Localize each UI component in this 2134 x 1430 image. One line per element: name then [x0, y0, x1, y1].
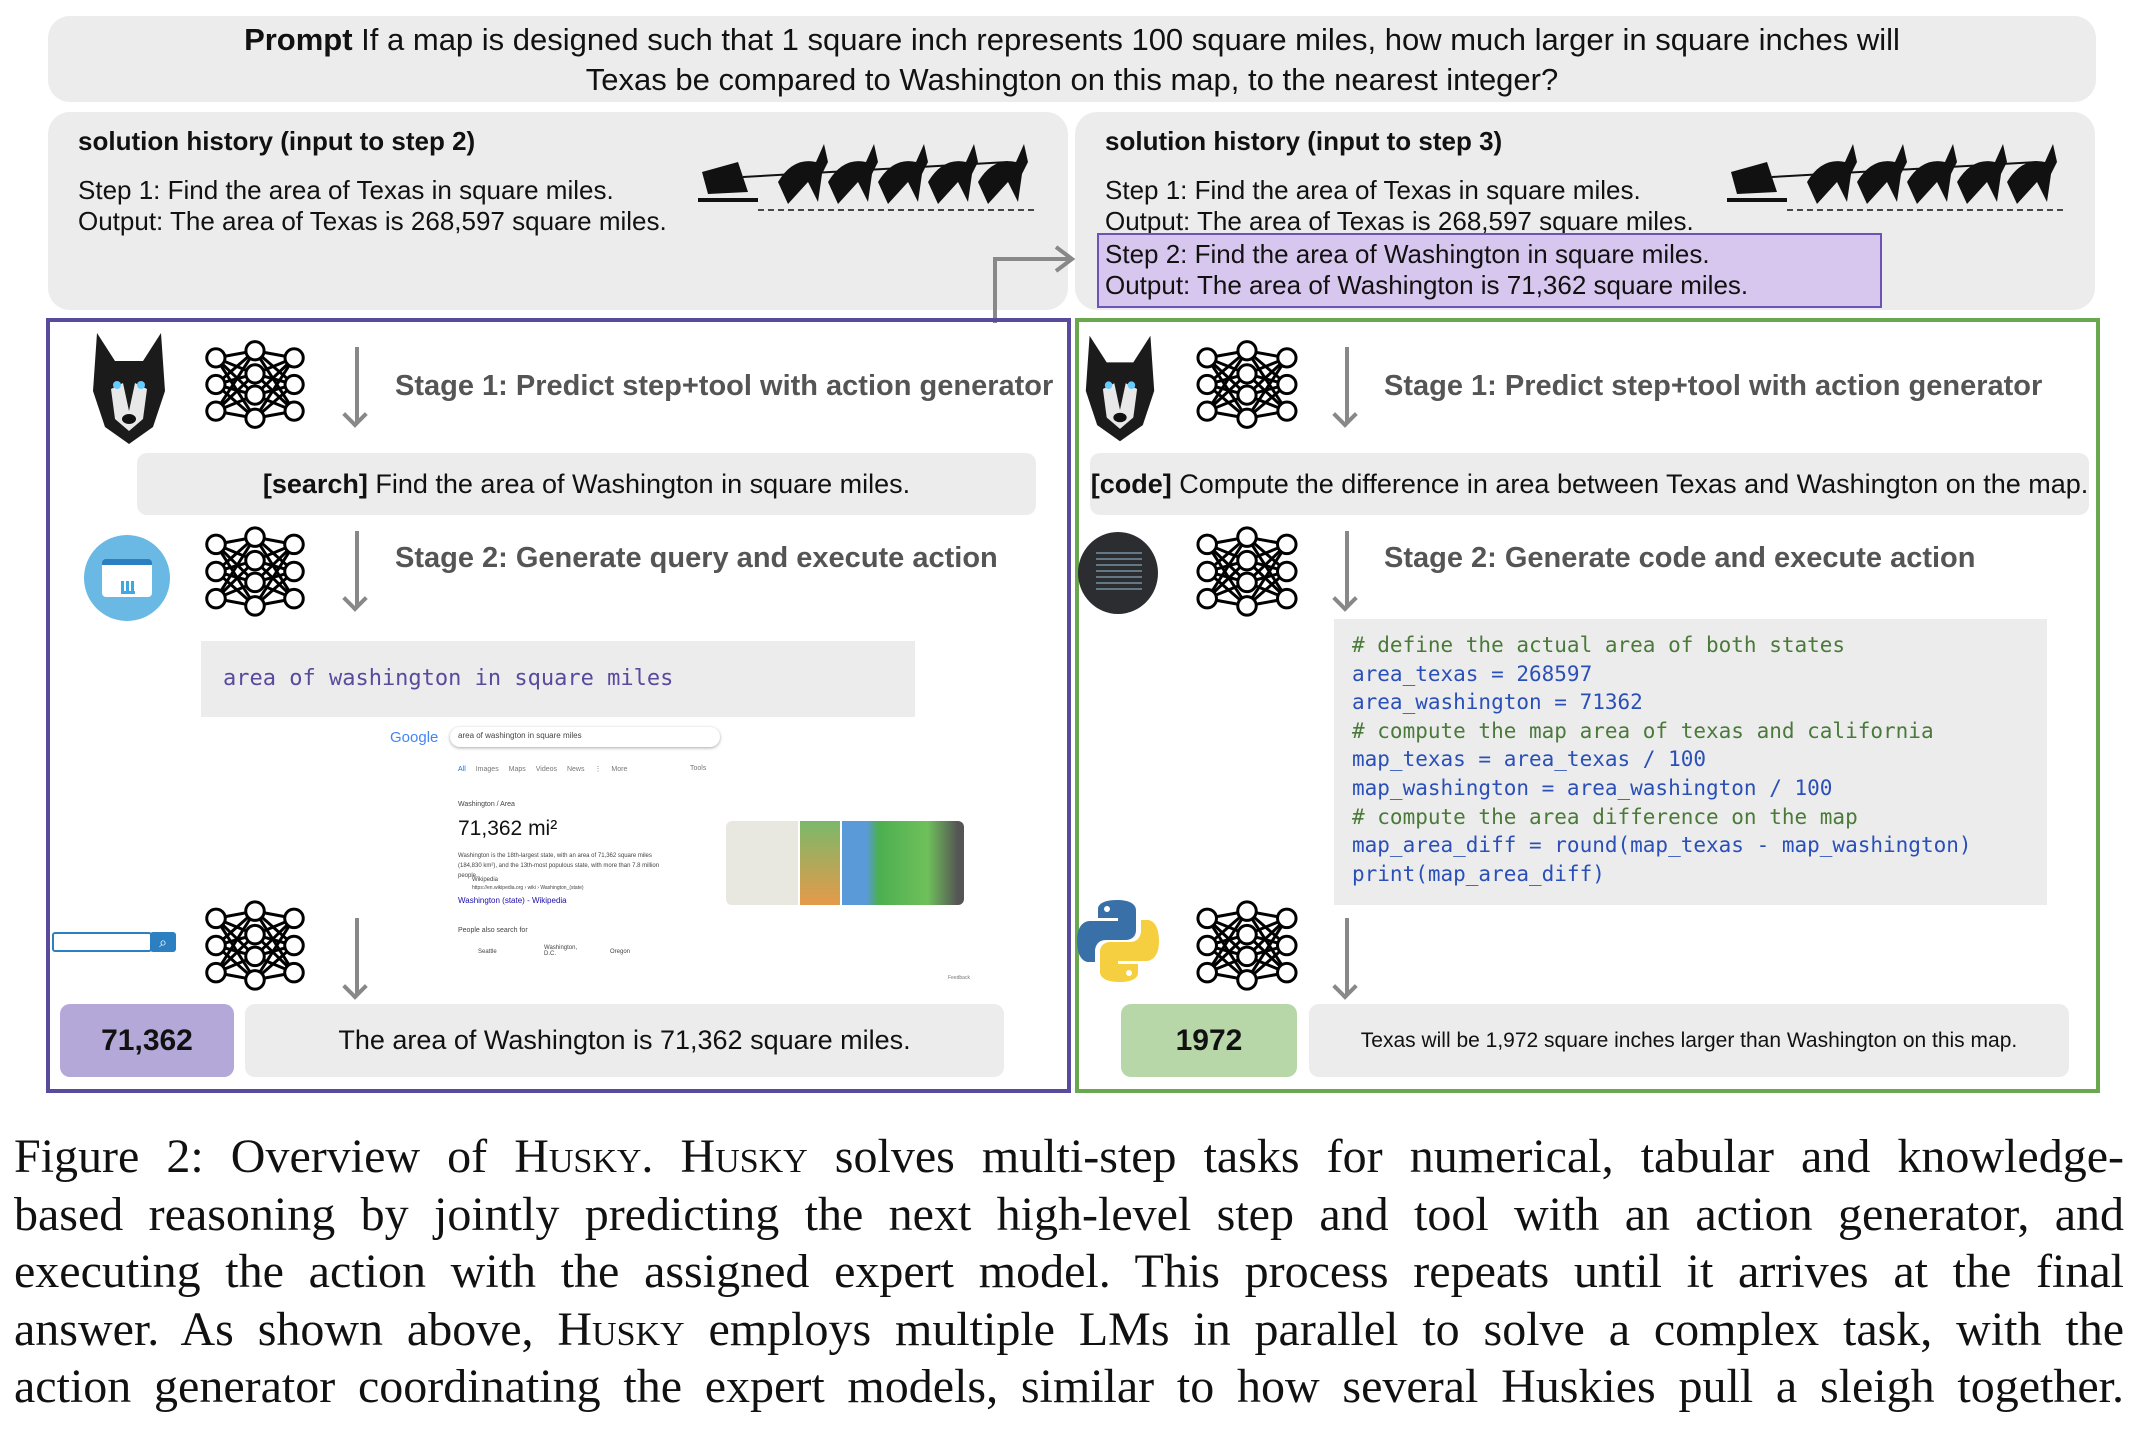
neural-network-icon — [197, 517, 313, 626]
stage1-label: Stage 1: Predict step+tool with action g… — [1384, 370, 2043, 402]
caption-text: solves multi-step tasks for numerical, t… — [807, 1130, 2124, 1183]
tab: ⋮ More — [594, 766, 628, 773]
down-arrow-icon — [355, 918, 359, 994]
google-search-field: area of washington in square miles — [450, 727, 720, 747]
neural-network-icon — [1188, 331, 1306, 438]
prompt-text-1: If a map is designed such that 1 square … — [352, 22, 1900, 57]
husky-icon — [88, 331, 170, 446]
code-line: print(map_area_diff) — [1352, 861, 1605, 886]
prompt-label: Prompt — [244, 22, 353, 57]
code-icon — [1078, 532, 1158, 614]
final-answer: 1972 — [1121, 1004, 1297, 1077]
husky-name: Husky — [680, 1130, 808, 1183]
neural-network-icon — [1188, 891, 1306, 1000]
code-comment: # compute the area difference on the map — [1352, 804, 1858, 829]
tab: Images — [475, 766, 499, 773]
predicted-step: [search] Find the area of Washington in … — [137, 453, 1036, 515]
step-output: The area of Washington is 71,362 square … — [245, 1004, 1004, 1077]
caption-text: action generator coordinating the expert… — [14, 1360, 2124, 1413]
step-text: Find the area of Washington in square mi… — [367, 469, 911, 499]
step-output: Texas will be 1,972 square inches larger… — [1309, 1004, 2069, 1077]
tab: Maps — [508, 766, 526, 773]
caption-line: action generator coordinating the expert… — [14, 1358, 2124, 1416]
history-line: Output: The area of Washington is 71,362… — [1105, 270, 1749, 300]
tool-tag: [code] — [1090, 469, 1172, 499]
predicted-step: [code] Compute the difference in area be… — [1090, 453, 2089, 515]
down-arrow-icon — [1345, 918, 1349, 994]
code-line: map_washington = area_washington / 100 — [1352, 775, 1833, 800]
code-line: area_washington = 71362 — [1352, 690, 1643, 715]
google-source: Wikipedia — [472, 877, 499, 883]
tab: All — [458, 766, 466, 773]
step-text: Compute the difference in area between T… — [1171, 469, 2089, 499]
caption-text: based reasoning by jointly predicting th… — [14, 1187, 2124, 1241]
prompt-box: Prompt If a map is designed such that 1 … — [48, 16, 2096, 102]
browser-icon — [84, 535, 170, 621]
caption-text: employs multiple LMs in parallel to solv… — [684, 1302, 2124, 1356]
google-url: https://en.wikipedia.org › wiki › Washin… — [472, 885, 584, 891]
caption-line: based reasoning by jointly predicting th… — [14, 1186, 2124, 1244]
caption-line: Figure 2: Overview of Husky. Husky solve… — [14, 1128, 2124, 1186]
husky-name: Husky — [514, 1130, 642, 1183]
history-flow-arrow — [993, 245, 1076, 323]
google-tabs: All Images Maps Videos News ⋮ More — [458, 765, 627, 773]
husky-name: Husky — [557, 1302, 685, 1356]
caption-text: executing the action with the assigned e… — [14, 1245, 2124, 1298]
down-arrow-icon — [1345, 531, 1349, 606]
people-also-search: People also search for — [458, 927, 528, 934]
prompt-text-2: Texas be compared to Washington on this … — [585, 62, 1559, 97]
code-comment: # define the actual area of both states — [1352, 633, 1846, 657]
python-icon — [1077, 900, 1159, 982]
down-arrow-icon — [1345, 347, 1349, 422]
stage2-label: Stage 2: Generate query and execute acti… — [395, 542, 998, 574]
step-answer: 71,362 — [60, 1004, 234, 1077]
caption-line: answer. As shown above, Husky employs mu… — [14, 1301, 2124, 1359]
neural-network-icon — [197, 891, 313, 1000]
google-tools: Tools — [690, 765, 707, 772]
search-result-screenshot: Google area of washington in square mile… — [388, 721, 980, 987]
related-search[interactable]: Seattle — [478, 949, 497, 955]
google-breadcrumb: Washington / Area — [458, 801, 515, 808]
code-comment: # compute the map area of texas and cali… — [1352, 718, 1934, 743]
tool-tag: [search] — [262, 469, 368, 499]
down-arrow-icon — [355, 347, 359, 422]
google-link[interactable]: Washington (state) - Wikipedia — [458, 896, 567, 905]
google-feedback[interactable]: Feedback — [948, 975, 970, 981]
code-line: map_texas = area_texas / 100 — [1352, 747, 1707, 772]
neural-network-icon — [197, 331, 313, 438]
map-thumbnail — [800, 821, 840, 905]
neural-network-icon — [1188, 517, 1306, 626]
tab: News — [566, 766, 585, 773]
figure-caption: Figure 2: Overview of Husky. Husky solve… — [14, 1128, 2124, 1416]
husky-icon — [1082, 331, 1158, 446]
map-thumbnail — [726, 821, 798, 905]
map-thumbnail — [842, 821, 964, 905]
search-query: area of washington in square miles — [201, 641, 915, 717]
sled-dogs-icon — [698, 122, 1034, 220]
caption-line: executing the action with the assigned e… — [14, 1243, 2124, 1301]
caption-text: . — [641, 1130, 681, 1183]
caption-text: Figure 2: Overview of — [14, 1130, 515, 1183]
tab: Videos — [535, 766, 558, 773]
history-line: Step 2: Find the area of Washington in s… — [1105, 239, 1710, 269]
new-step-highlight: Step 2: Find the area of Washington in s… — [1097, 233, 1882, 308]
stage1-label: Stage 1: Predict step+tool with action g… — [395, 370, 1054, 402]
google-logo: Google — [390, 729, 439, 746]
related-search[interactable]: Washington, D.C. — [544, 945, 577, 957]
code-line: area_texas = 268597 — [1352, 661, 1593, 686]
sled-dogs-icon — [1727, 122, 2063, 220]
google-answer: 71,362 mi² — [458, 817, 558, 840]
stage2-label: Stage 2: Generate code and execute actio… — [1384, 542, 1976, 574]
related-search[interactable]: Oregon — [610, 949, 630, 955]
down-arrow-icon — [355, 531, 359, 606]
generated-code: # define the actual area of both states a… — [1334, 619, 2047, 905]
caption-text: answer. As shown above, — [14, 1302, 558, 1356]
search-bar-icon: ⌕ — [52, 932, 177, 954]
code-line: map_area_diff = round(map_texas - map_wa… — [1352, 833, 1972, 858]
